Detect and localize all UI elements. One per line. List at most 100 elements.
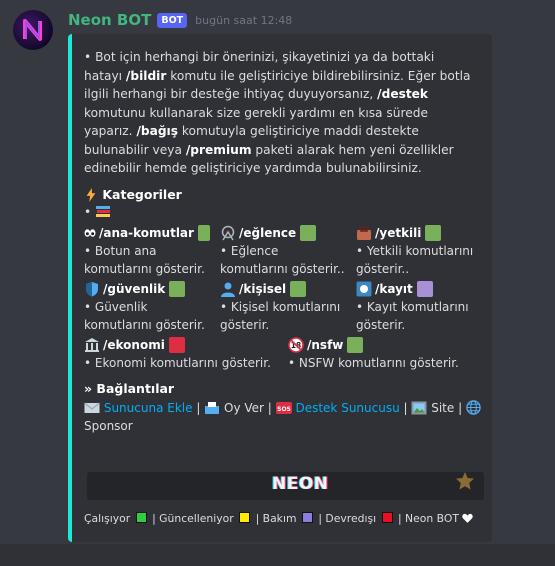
no-under-18-icon: 18 [288, 337, 304, 353]
site-link[interactable]: Site [431, 401, 454, 415]
category-eglence: /eğlence • Eğlence komutlarını gösterir.… [220, 224, 346, 278]
links-title: » Bağlantılar [84, 381, 175, 396]
ferris-wheel-icon [221, 225, 235, 241]
category-nsfw: 18 /nsfw • NSFW komutlarını gösterir. [288, 336, 478, 372]
ballot-box-icon [205, 401, 220, 414]
category-title: /kişisel [220, 280, 346, 298]
category-command: /ekonomi [103, 338, 165, 352]
briefcase-icon [357, 226, 371, 240]
bottom-bar [0, 544, 555, 566]
sponsor-link[interactable]: Sponsor [84, 419, 133, 433]
status-green-square [290, 281, 307, 297]
footer-disabled: | Devredışı [318, 512, 377, 525]
support-server-link[interactable]: Destek Sunucusu [295, 401, 399, 415]
category-kisisel: /kişisel • Kişisel komutlarını gösterir. [220, 280, 346, 334]
embed: • Bot için herhangi bir önerinizi, şikay… [68, 34, 492, 542]
status-green-square [300, 225, 317, 241]
category-command: /nsfw [307, 338, 344, 352]
category-title: 18 /nsfw [288, 336, 478, 354]
envelope-icon [84, 402, 100, 413]
author-name[interactable]: Neon BOT [68, 11, 151, 29]
category-ana-komutlar: /ana-komutlar • Botun ana komutlarını gö… [84, 224, 210, 278]
bot-tag: BOT [157, 12, 188, 28]
person-icon [221, 282, 235, 297]
shield-icon [86, 282, 98, 297]
category-kayit: /kayıt • Kayıt komutlarını gösterir. [356, 280, 482, 334]
category-desc: • Eğlence komutlarını gösterir.. [220, 244, 345, 276]
frame-photo-icon [411, 401, 427, 414]
green-square-icon [135, 512, 147, 523]
category-title: /kayıt [356, 280, 482, 298]
cmd-bagis: /bağış [136, 124, 178, 138]
status-green-square [197, 225, 210, 241]
cmd-premium: /premium [185, 142, 252, 157]
category-command: /eğlence [239, 226, 297, 240]
neon-n-logo-icon [23, 19, 42, 41]
add-to-server-link[interactable]: Sunucuna Ekle [104, 401, 193, 415]
embed-body: • Bot için herhangi bir önerinizi, şikay… [84, 48, 484, 435]
category-command: /yetkili [375, 226, 422, 240]
bot-avatar[interactable] [13, 10, 53, 50]
footer-maintenance: | Bakım [255, 512, 297, 525]
bot-message: Neon BOT BOT bugün saat 12:48 • Bot için… [0, 0, 555, 544]
purple-square-icon [301, 512, 313, 523]
category-desc: • Ekonomi komutlarını gösterir. [84, 356, 271, 370]
category-ekonomi: /ekonomi • Ekonomi komutlarını gösterir. [84, 336, 274, 372]
embed-description: • Bot için herhangi bir önerinizi, şikay… [84, 48, 476, 178]
message-header: Neon BOT BOT bugün saat 12:48 [68, 10, 292, 30]
category-command: /kişisel [239, 282, 287, 296]
category-desc: • NSFW komutlarını gösterir. [288, 356, 459, 370]
category-yetkili: /yetkili • Yetkili komutlarını gösterir.… [356, 224, 482, 278]
embed-footer: Çalışıyor | Güncelleniyor | Bakım | Devr… [84, 512, 474, 525]
svg-text:SOS: SOS [277, 406, 291, 413]
links-row: Sunucuna Ekle | Oy Ver | SOS Destek Sunu… [84, 399, 484, 435]
status-green-square [425, 225, 442, 241]
category-desc: • Güvenlik komutlarını gösterir. [84, 300, 205, 332]
bank-icon [85, 338, 99, 352]
category-desc: • Kayıt komutlarını gösterir. [356, 300, 469, 332]
categories-title: Kategoriler [84, 186, 484, 205]
category-title: /yetkili [356, 224, 482, 242]
cmd-bildir: /bildir [125, 68, 167, 83]
category-desc: • Botun ana komutlarını gösterir. [84, 244, 205, 276]
category-desc: • Kişisel komutlarını gösterir. [220, 300, 341, 332]
embed-image[interactable]: NEON [87, 472, 484, 500]
status-green-square [169, 281, 186, 297]
red-square-icon [381, 512, 393, 523]
categories-title-text: Kategoriler [102, 186, 182, 202]
link-separator: | [192, 400, 205, 415]
eyes-icon [84, 229, 96, 237]
books-icon [96, 206, 111, 217]
footer-updating: | Güncelleniyor [152, 512, 234, 525]
category-title: /güvenlik [84, 280, 210, 298]
category-title: /eğlence [220, 224, 346, 242]
category-guvenlik: /güvenlik • Güvenlik komutlarını gösteri… [84, 280, 210, 334]
record-button-icon [356, 281, 372, 297]
yellow-square-icon [239, 512, 251, 523]
categories-emoji-line: • [84, 204, 484, 220]
white-heart-icon [462, 513, 474, 523]
status-red-square [168, 337, 185, 353]
lightning-icon [86, 187, 96, 202]
category-command: /güvenlik [103, 282, 166, 296]
link-separator: | [263, 400, 276, 415]
category-desc: • Yetkili komutlarını gösterir.. [356, 244, 474, 276]
sos-icon: SOS [275, 401, 292, 414]
category-title: /ana-komutlar [84, 224, 210, 242]
vote-link[interactable]: Oy Ver [224, 401, 264, 415]
link-separator: | [399, 400, 412, 415]
categories-bullet: • [84, 205, 92, 219]
link-separator: | [454, 400, 466, 415]
category-command: /kayıt [375, 282, 413, 296]
star-icon [456, 472, 474, 490]
status-green-square [347, 337, 364, 353]
footer-working: Çalışıyor [84, 512, 131, 525]
timestamp: bugün saat 12:48 [195, 13, 293, 27]
footer-brand: | Neon BOT [397, 512, 459, 525]
neon-logo: NEON [272, 474, 329, 494]
category-command: /ana-komutlar [99, 226, 194, 240]
cmd-destek: /destek [377, 87, 429, 101]
status-purple-square [416, 281, 433, 297]
globe-icon [466, 399, 481, 415]
category-title: /ekonomi [84, 336, 274, 354]
